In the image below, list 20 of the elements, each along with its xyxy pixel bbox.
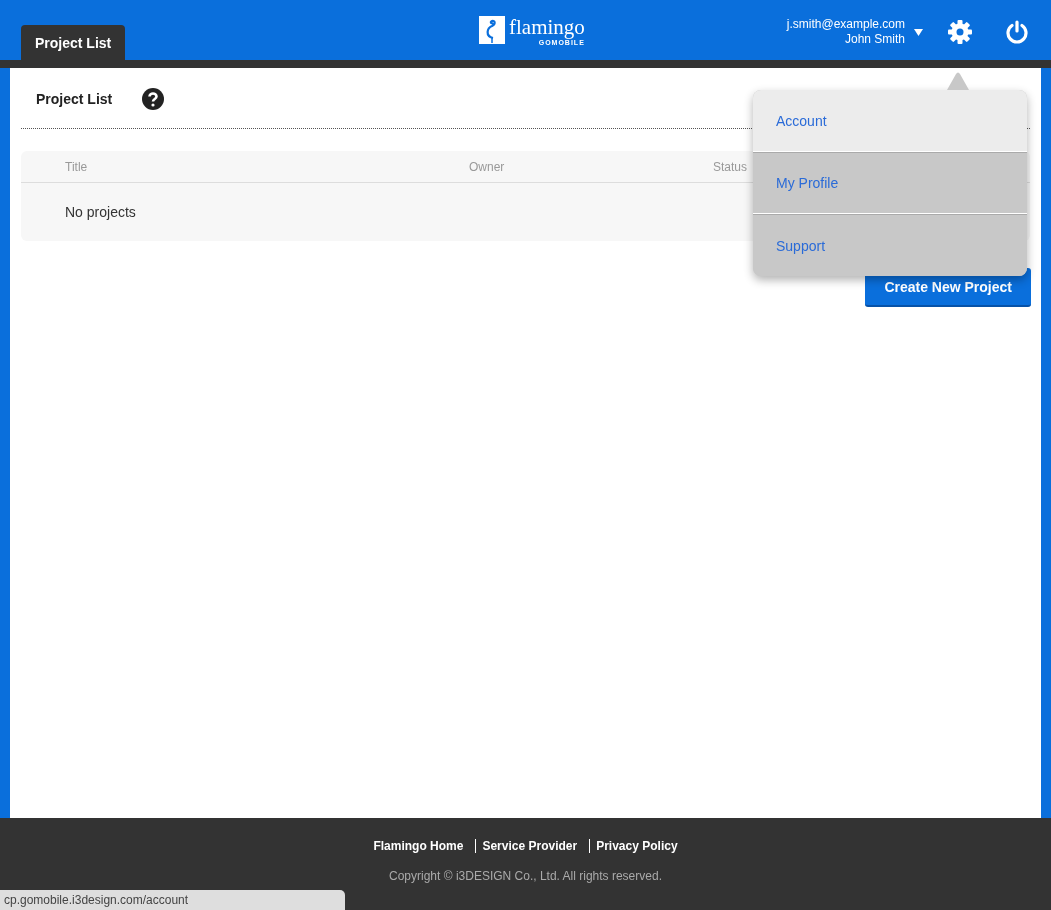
help-icon[interactable] — [142, 88, 165, 110]
empty-message: No projects — [65, 204, 136, 220]
column-header: Title — [65, 159, 88, 174]
column-header: Status — [713, 159, 748, 174]
page-title: Project List — [36, 91, 113, 107]
caret-icon[interactable] — [914, 28, 923, 36]
user-name: John Smith — [844, 32, 905, 47]
menu-item[interactable]: Account — [753, 90, 1027, 152]
footer-link[interactable]: Flamingo Home — [367, 839, 470, 853]
copyright-text: Copyright © i3DESIGN Co., Ltd. All rights reserved. — [389, 869, 662, 883]
footer-link[interactable]: Privacy Policy — [589, 839, 684, 853]
nav-tab[interactable]: Project List — [21, 25, 126, 60]
flamingo-logo-icon — [479, 16, 505, 44]
menu-pointer-icon — [947, 72, 969, 90]
status-url: cp.gomobile.i3design.com/account — [0, 890, 345, 910]
column-header: Owner — [469, 159, 505, 174]
footer-link[interactable]: Service Provider — [475, 839, 584, 853]
user-email: j.smith@example.com — [786, 17, 905, 32]
power-icon[interactable] — [1005, 20, 1029, 44]
logo-wordmark: flamingo — [509, 16, 585, 38]
